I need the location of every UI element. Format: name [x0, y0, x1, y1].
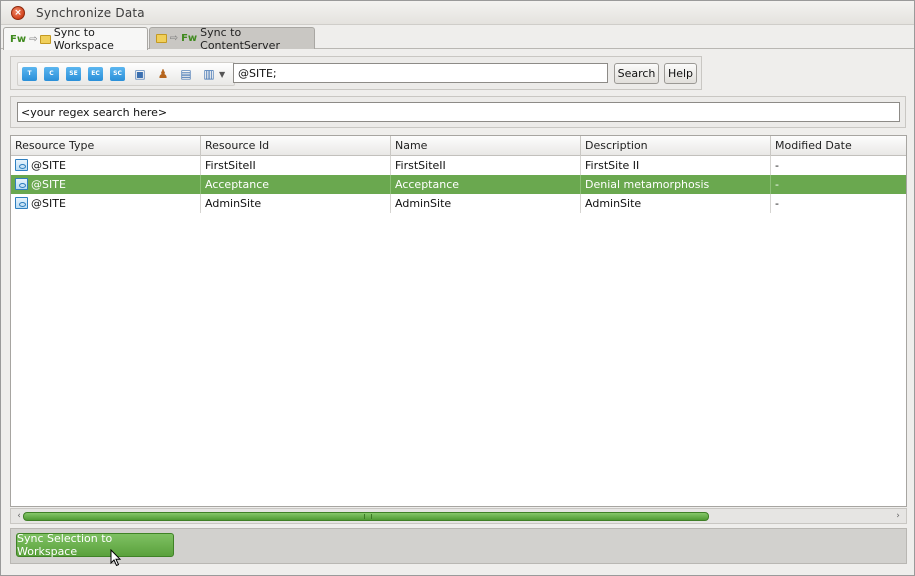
arrow-right-icon: ⇨: [29, 33, 38, 45]
table-header: Resource Type Resource Id Name Descripti…: [11, 136, 906, 156]
template-icon[interactable]: T: [22, 67, 37, 81]
site-icon: [15, 159, 28, 171]
cell-resource-id: FirstSiteII: [201, 156, 391, 175]
title-bar: × Synchronize Data: [1, 1, 914, 25]
column-header-resource-id[interactable]: Resource Id: [201, 136, 391, 156]
cell-resource-id: Acceptance: [201, 175, 391, 194]
document-icon[interactable]: ▤: [178, 66, 194, 82]
folder-icon: [40, 34, 51, 44]
mouse-cursor-icon: [110, 549, 122, 567]
asset-type-dropdown-icon[interactable]: ▥: [201, 66, 217, 82]
site-icon: [15, 197, 28, 209]
site-catalog-icon[interactable]: SC: [110, 67, 125, 81]
tab-label: Sync to ContentServer: [200, 25, 280, 52]
resource-table: Resource Type Resource Id Name Descripti…: [10, 135, 907, 507]
resource-type-text: @SITE: [31, 159, 66, 172]
arrow-right-icon: ⇨: [169, 33, 179, 44]
folder-icon: [156, 34, 167, 43]
site-icon: [15, 178, 28, 190]
query-input[interactable]: [233, 63, 608, 83]
regex-search-input[interactable]: [17, 102, 900, 122]
column-header-description[interactable]: Description: [581, 136, 771, 156]
column-header-resource-type[interactable]: Resource Type: [11, 136, 201, 156]
fw-icon: Fw: [10, 33, 27, 45]
cell-resource-type: @SITE: [11, 194, 201, 213]
chevron-down-icon[interactable]: ▼: [219, 70, 225, 79]
scrollbar-thumb[interactable]: [23, 512, 709, 521]
cssource-icon[interactable]: C: [44, 67, 59, 81]
resource-type-text: @SITE: [31, 197, 66, 210]
scroll-right-icon[interactable]: ›: [892, 509, 904, 523]
cell-modified-date: -: [775, 197, 779, 210]
scrollbar-grip: [364, 514, 372, 519]
tab-bar: Fw ⇨ Sync to Workspace ⇨ Fw Sync to Cont…: [1, 25, 914, 52]
cell-modified-date: -: [775, 178, 779, 191]
cell-modified-date: -: [775, 159, 779, 172]
tab-sync-to-contentserver[interactable]: ⇨ Fw Sync to ContentServer: [149, 25, 315, 52]
tab-label: Sync to Workspace: [53, 26, 114, 52]
sync-selection-button[interactable]: Sync Selection to Workspace: [16, 532, 174, 558]
synchronize-data-window: × Synchronize Data Fw ⇨ Sync to Workspac…: [0, 0, 915, 576]
cell-description: FirstSite II: [581, 156, 771, 175]
search-button[interactable]: Search: [614, 63, 659, 84]
cell-resource-id: AdminSite: [201, 194, 391, 213]
site-icon[interactable]: ▣: [132, 66, 148, 82]
table-row[interactable]: @SITE FirstSiteII FirstSiteII FirstSite …: [11, 156, 906, 175]
column-header-name[interactable]: Name: [391, 136, 581, 156]
cell-description: Denial metamorphosis: [581, 175, 771, 194]
table-row[interactable]: @SITE Acceptance Acceptance Denial metam…: [11, 175, 906, 194]
resource-type-text: @SITE: [31, 178, 66, 191]
table-row[interactable]: @SITE AdminSite AdminSite AdminSite -: [11, 194, 906, 213]
cell-resource-type: @SITE: [11, 175, 201, 194]
cell-name: Acceptance: [391, 175, 581, 194]
cell-name: FirstSiteII: [391, 156, 581, 175]
help-button[interactable]: Help: [664, 63, 697, 84]
element-catalog-icon[interactable]: EC: [88, 67, 103, 81]
cell-name: AdminSite: [391, 194, 581, 213]
fw-icon: Fw: [181, 33, 198, 44]
users-icon[interactable]: ♟: [155, 66, 171, 82]
tab-sync-to-workspace[interactable]: Fw ⇨ Sync to Workspace: [3, 26, 148, 52]
cell-description: AdminSite: [581, 194, 771, 213]
window-title: Synchronize Data: [36, 6, 145, 20]
column-header-modified-date[interactable]: Modified Date: [771, 136, 906, 156]
sitelement-icon[interactable]: SE: [66, 67, 81, 81]
horizontal-scrollbar[interactable]: ‹ ›: [10, 508, 907, 524]
close-icon[interactable]: ×: [11, 6, 25, 20]
asset-type-icon-strip: T C SE EC SC ▣ ♟ ▤ ▥ ▼: [17, 62, 235, 86]
cell-resource-type: @SITE: [11, 156, 201, 175]
